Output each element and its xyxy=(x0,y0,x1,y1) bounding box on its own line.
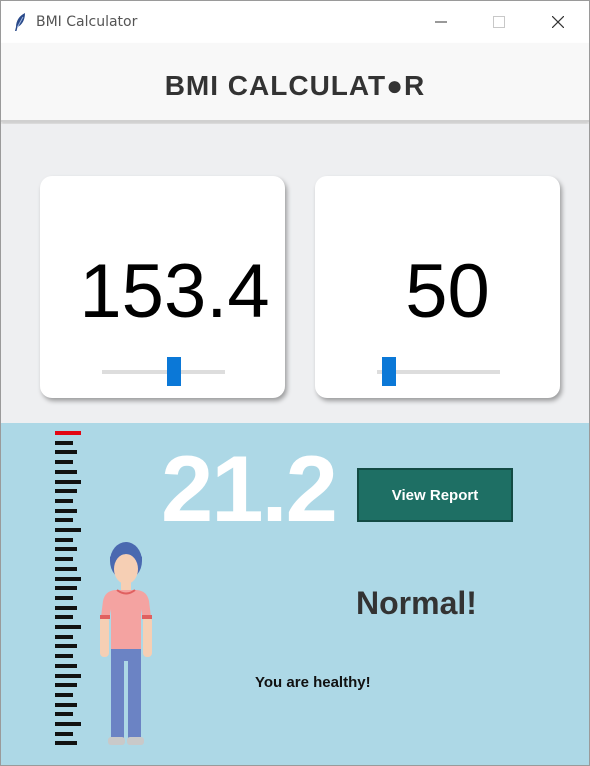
ruler-tick xyxy=(55,615,73,620)
page-title: BMI CALCULAT●R xyxy=(164,70,426,101)
height-slider[interactable] xyxy=(102,354,225,390)
ruler-tick xyxy=(55,683,77,688)
ruler-tick xyxy=(55,663,77,668)
ruler-tick xyxy=(55,566,77,571)
ruler-tick xyxy=(55,595,73,600)
app-header: BMI CALCULAT●R xyxy=(1,43,589,122)
ruler-tick xyxy=(55,489,77,494)
slider-thumb[interactable] xyxy=(167,357,181,386)
weight-card: 50 xyxy=(315,176,560,398)
ruler-tick xyxy=(55,547,77,552)
ruler-scale xyxy=(55,431,83,751)
maximize-button[interactable] xyxy=(470,1,528,43)
ruler-tick xyxy=(55,508,77,513)
weight-value: 50 xyxy=(405,249,490,334)
ruler-tick xyxy=(55,518,73,523)
ruler-tick xyxy=(55,586,77,591)
ruler-tick xyxy=(55,576,81,581)
close-button[interactable] xyxy=(529,1,587,43)
person-illustration xyxy=(100,542,152,745)
ruler-top-tick xyxy=(55,431,81,435)
ruler-tick xyxy=(55,440,73,445)
close-icon xyxy=(552,16,564,28)
window-title: BMI Calculator xyxy=(36,14,138,30)
slider-thumb[interactable] xyxy=(382,357,396,386)
slider-track xyxy=(102,370,225,374)
feather-icon xyxy=(15,13,25,31)
ruler-tick xyxy=(55,498,73,503)
input-panel: 153.4 50 xyxy=(1,124,589,423)
ruler-tick xyxy=(55,479,81,484)
ruler-tick xyxy=(55,537,73,542)
ruler-tick xyxy=(55,654,73,659)
ruler-tick xyxy=(55,469,77,474)
app-window: BMI Calculator BMI CALCULAT●R 153.4 50 2… xyxy=(0,0,590,766)
ruler-tick xyxy=(55,644,77,649)
ruler-tick xyxy=(55,731,73,736)
ruler-tick xyxy=(55,673,81,678)
ruler-tick xyxy=(55,692,73,697)
ruler-tick xyxy=(55,625,81,629)
weight-slider[interactable] xyxy=(377,354,500,390)
ruler-tick xyxy=(55,634,73,639)
ruler-tick xyxy=(55,605,77,610)
height-value: 153.4 xyxy=(79,249,270,334)
ruler-tick xyxy=(55,460,73,465)
title-bar[interactable]: BMI Calculator xyxy=(1,1,589,43)
height-card: 153.4 xyxy=(40,176,285,398)
ruler-tick xyxy=(55,528,81,532)
minimize-button[interactable] xyxy=(412,1,470,43)
result-panel: 21.2 View Report Normal! You are healthy… xyxy=(1,423,589,765)
ruler-tick xyxy=(55,712,73,717)
maximize-icon xyxy=(493,16,505,28)
ruler-tick xyxy=(55,722,81,726)
health-message: You are healthy! xyxy=(255,674,371,691)
bmi-value: 21.2 xyxy=(161,436,338,541)
ruler-tick xyxy=(55,702,77,707)
ruler-tick xyxy=(55,557,73,562)
minimize-icon xyxy=(435,21,447,23)
ruler-tick xyxy=(55,741,77,746)
view-report-button[interactable]: View Report xyxy=(357,468,513,522)
ruler-tick xyxy=(55,450,77,455)
bmi-status: Normal! xyxy=(356,585,477,621)
